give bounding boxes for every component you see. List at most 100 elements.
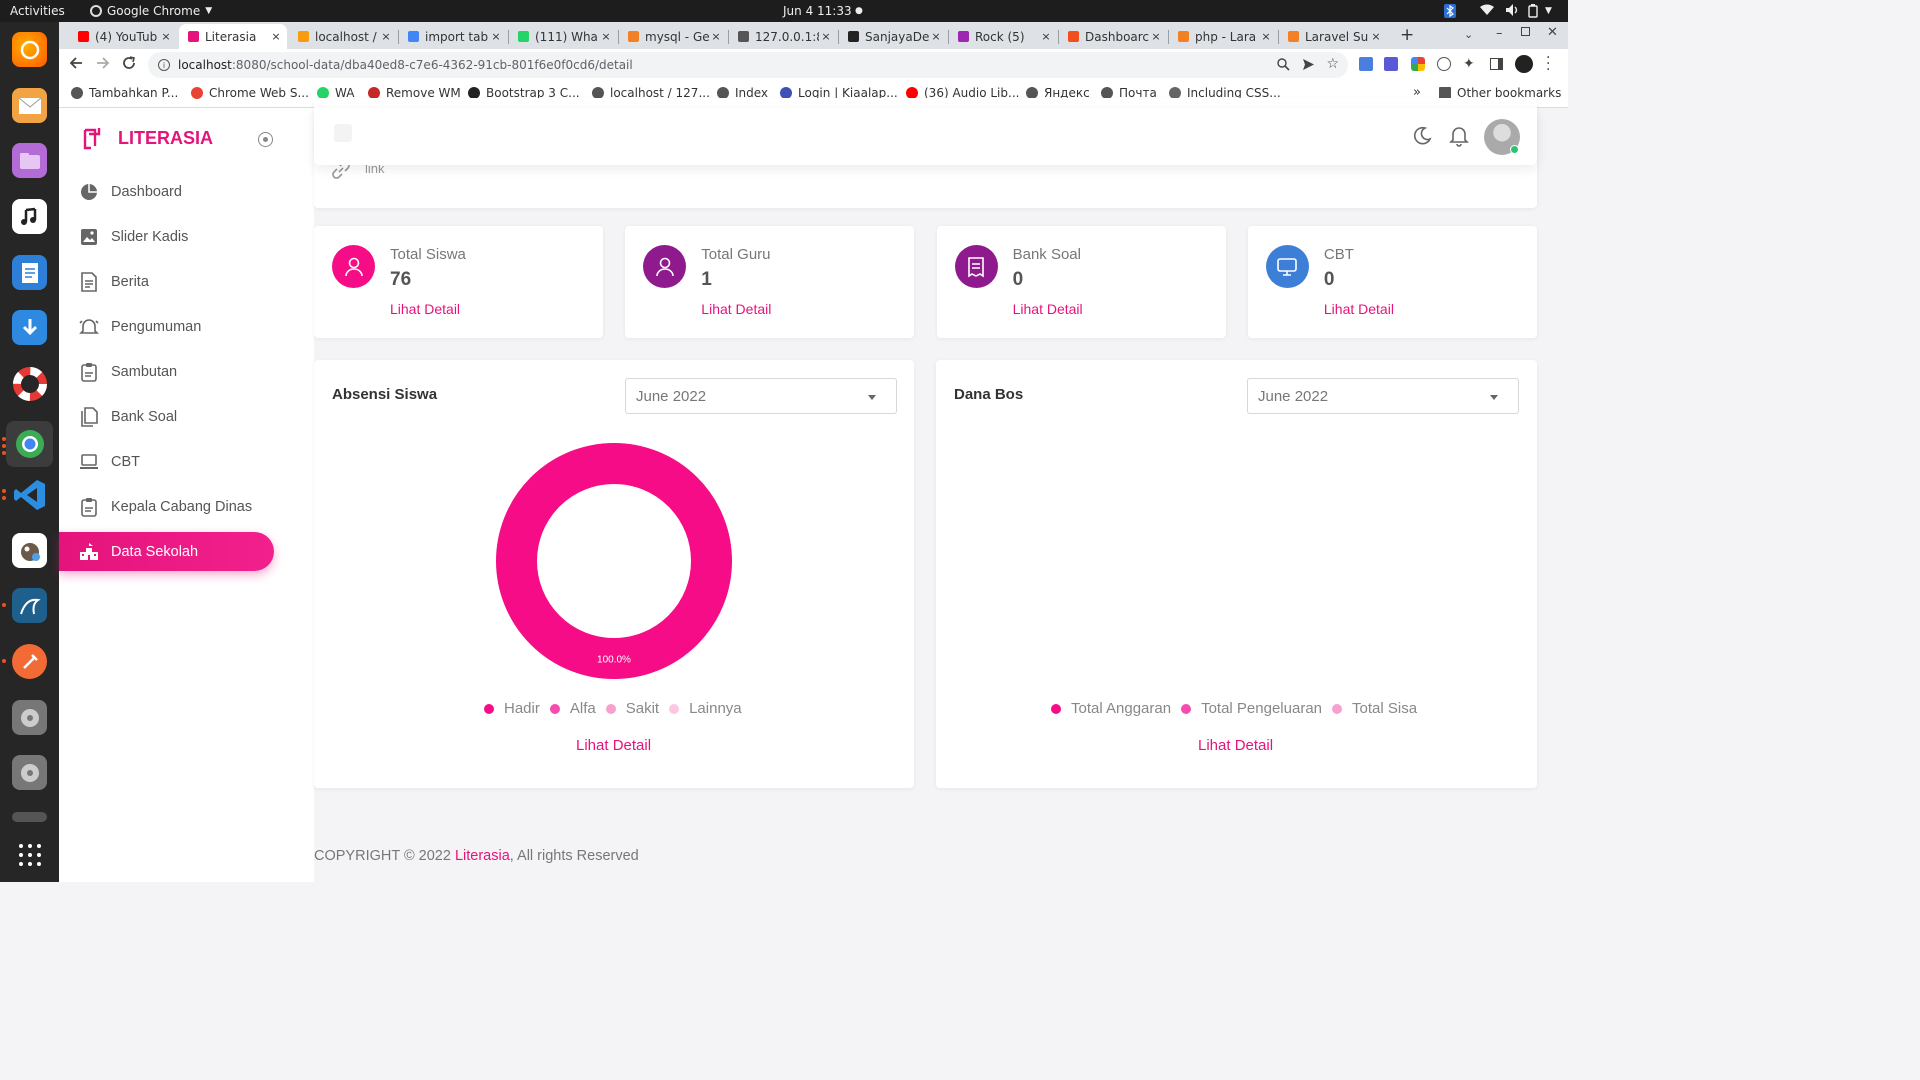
help-lifebuoy-icon[interactable]	[12, 366, 47, 401]
tab-9[interactable]: Rock (5) ×	[949, 24, 1057, 49]
tab-11[interactable]: php - Lara ×	[1169, 24, 1277, 49]
extension-icon[interactable]	[1384, 57, 1398, 71]
tab-5[interactable]: (111) Wha ×	[509, 24, 617, 49]
extensions-puzzle-icon[interactable]: ✦	[1463, 56, 1475, 72]
extension-shield-icon[interactable]	[1411, 57, 1425, 71]
footer-brand-link[interactable]: Literasia	[455, 848, 510, 864]
sidebar-item-dashboard[interactable]: Dashboard	[59, 172, 274, 211]
tab-close-icon[interactable]: ×	[819, 30, 833, 43]
legend-item[interactable]: Total Sisa	[1332, 700, 1417, 717]
side-panel-icon[interactable]	[1490, 58, 1503, 70]
tab-close-icon[interactable]: ×	[1149, 30, 1163, 43]
tab-1[interactable]: (4) YouTub ×	[69, 24, 177, 49]
rhythmbox-icon[interactable]	[12, 199, 47, 234]
tab-8[interactable]: SanjayaDe ×	[839, 24, 947, 49]
back-icon[interactable]	[68, 55, 84, 71]
brand[interactable]: LITERASIA	[81, 126, 213, 150]
bluetooth-icon[interactable]	[1444, 4, 1456, 18]
legend-item[interactable]: Alfa	[549, 700, 596, 717]
activities-button[interactable]: Activities	[10, 4, 65, 18]
clock[interactable]: Jun 4 11:33	[783, 4, 852, 18]
wifi-icon[interactable]	[1480, 4, 1494, 16]
tab-close-icon[interactable]: ×	[159, 30, 173, 43]
tab-3[interactable]: localhost / ×	[289, 24, 397, 49]
absensi-detail-link[interactable]: Lihat Detail	[576, 737, 651, 754]
tab-10[interactable]: Dashboarc ×	[1059, 24, 1167, 49]
sidebar-item-berita[interactable]: Berita	[59, 262, 274, 301]
disk-icon[interactable]	[12, 812, 47, 822]
battery-icon[interactable]	[1528, 4, 1538, 18]
sidebar-item-sambutan[interactable]: Sambutan	[59, 352, 274, 391]
tab-close-icon[interactable]: ×	[709, 30, 723, 43]
sidebar-item-pengumuman[interactable]: Pengumuman	[59, 307, 274, 346]
app-menu[interactable]: Google Chrome ▼	[90, 4, 212, 18]
notification-bell-icon[interactable]	[1449, 125, 1469, 147]
mail-icon[interactable]	[12, 88, 47, 123]
tab-close-icon[interactable]: ×	[379, 30, 393, 43]
vscode-icon[interactable]	[12, 477, 47, 512]
app-grid-icon[interactable]	[12, 837, 47, 872]
legend-item[interactable]: Total Pengeluaran	[1181, 700, 1322, 717]
sidebar-item-bank-soal[interactable]: Bank Soal	[59, 397, 274, 436]
bookmark-item[interactable]: Tambahkan P...	[71, 86, 178, 100]
tab-12[interactable]: Laravel Su ×	[1279, 24, 1387, 49]
sidebar-item-data-sekolah[interactable]: Data Sekolah	[59, 532, 274, 571]
chrome-dock-icon[interactable]	[6, 421, 53, 467]
bookmark-star-icon[interactable]: ☆	[1326, 56, 1339, 72]
maximize-icon[interactable]	[1521, 27, 1530, 36]
stat-detail-link[interactable]: Lihat Detail	[390, 301, 460, 317]
reload-icon[interactable]	[121, 55, 137, 71]
stat-detail-link[interactable]: Lihat Detail	[1013, 301, 1083, 317]
address-bar[interactable]: i localhost:8080/school-data/dba40ed8-c7…	[148, 52, 1348, 78]
forward-icon[interactable]	[95, 55, 111, 71]
tab-close-icon[interactable]: ×	[1039, 30, 1053, 43]
tab-4[interactable]: import tab ×	[399, 24, 507, 49]
disk-icon[interactable]	[12, 755, 47, 790]
stat-detail-link[interactable]: Lihat Detail	[1324, 301, 1394, 317]
donut-slice-hadir[interactable]	[496, 443, 732, 679]
tab-close-icon[interactable]: ×	[1259, 30, 1273, 43]
legend-item[interactable]: Total Anggaran	[1051, 700, 1171, 717]
tab-6[interactable]: mysql - Ge ×	[619, 24, 727, 49]
legend-item[interactable]: Sakit	[605, 700, 659, 717]
postman-icon[interactable]	[12, 644, 47, 679]
tab-close-icon[interactable]: ×	[1369, 30, 1383, 43]
disk-icon[interactable]	[12, 700, 47, 735]
dana-detail-link[interactable]: Lihat Detail	[1198, 737, 1273, 754]
sidebar-item-slider-kadis[interactable]: Slider Kadis	[59, 217, 274, 256]
download-icon[interactable]	[12, 310, 47, 345]
tab-2[interactable]: Literasia ×	[179, 24, 287, 49]
tab-close-icon[interactable]: ×	[489, 30, 503, 43]
tab-close-icon[interactable]: ×	[599, 30, 613, 43]
close-window-icon[interactable]: ✕	[1547, 25, 1558, 40]
firefox-icon[interactable]	[12, 32, 47, 67]
dark-mode-moon-icon[interactable]	[1412, 126, 1432, 146]
user-avatar[interactable]	[1484, 119, 1520, 155]
gimp-icon[interactable]	[12, 533, 47, 568]
send-icon[interactable]	[1302, 58, 1315, 71]
stat-detail-link[interactable]: Lihat Detail	[701, 301, 771, 317]
minimize-icon[interactable]: –	[1496, 26, 1503, 41]
tab-search-chevron-icon[interactable]: ⌄	[1464, 28, 1473, 41]
tab-close-icon[interactable]: ×	[269, 30, 283, 43]
mysql-workbench-icon[interactable]	[12, 588, 47, 623]
legend-item[interactable]: Lainnya	[669, 700, 742, 717]
files-icon[interactable]	[12, 143, 47, 178]
new-tab-button[interactable]: +	[1400, 25, 1414, 45]
site-info-icon[interactable]: i	[158, 59, 170, 71]
extension-cookie-icon[interactable]	[1437, 57, 1451, 71]
volume-icon[interactable]	[1506, 4, 1520, 16]
tab-close-icon[interactable]: ×	[929, 30, 943, 43]
legend-item[interactable]: Hadir	[484, 700, 540, 717]
tab-7[interactable]: 127.0.0.1:8 ×	[729, 24, 837, 49]
extension-translate-icon[interactable]	[1359, 57, 1373, 71]
sidebar-item-cbt[interactable]: CBT	[59, 442, 274, 481]
profile-avatar-icon[interactable]	[1515, 55, 1533, 73]
bookmark-item[interactable]: Chrome Web S...	[191, 86, 309, 100]
sidebar-item-kepala-cabang-dinas[interactable]: Kepala Cabang Dinas	[59, 487, 274, 526]
chrome-menu-icon[interactable]: · · ·	[1546, 51, 1550, 77]
system-menu-chevron-icon[interactable]: ▼	[1545, 6, 1552, 16]
zoom-icon[interactable]	[1277, 58, 1290, 71]
sidebar-toggle-icon[interactable]	[258, 132, 273, 147]
writer-icon[interactable]	[12, 255, 47, 290]
